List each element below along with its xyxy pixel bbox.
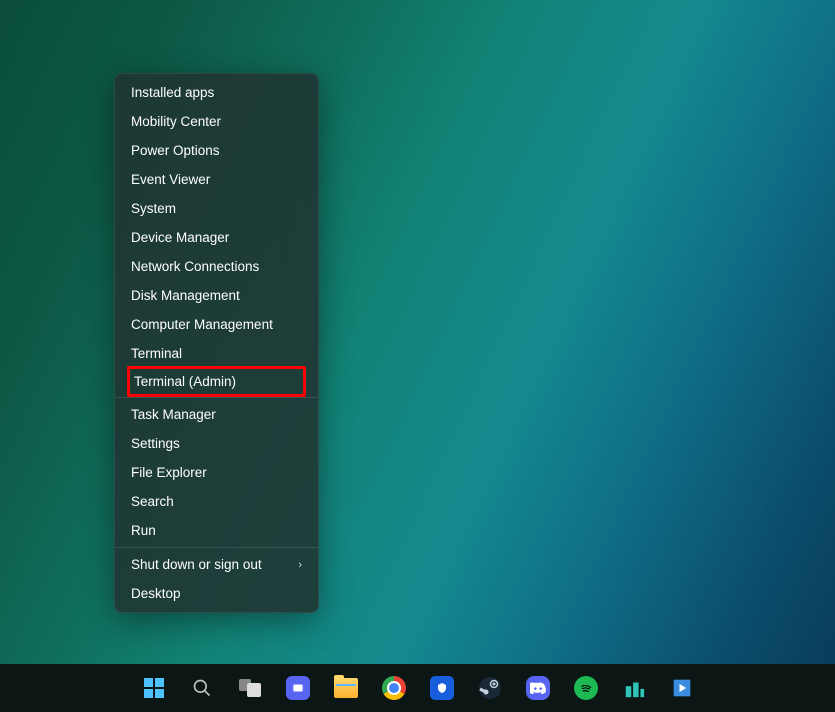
menu-item-label: Terminal: [131, 346, 182, 361]
chat-icon: [286, 676, 310, 700]
spotify-icon: [574, 676, 598, 700]
chat-button[interactable]: [278, 668, 318, 708]
menu-item-settings[interactable]: Settings: [115, 429, 318, 458]
menu-item-file-explorer[interactable]: File Explorer: [115, 458, 318, 487]
menu-item-label: System: [131, 201, 176, 216]
shield-icon: [430, 676, 454, 700]
media-icon: [670, 676, 694, 700]
folder-icon: [334, 678, 358, 698]
menu-item-network-connections[interactable]: Network Connections: [115, 252, 318, 281]
menu-item-label: Settings: [131, 436, 180, 451]
menu-item-label: Task Manager: [131, 407, 216, 422]
menu-item-terminal[interactable]: Terminal: [115, 339, 318, 368]
menu-item-terminal-admin[interactable]: Terminal (Admin): [127, 366, 306, 397]
steam-button[interactable]: [470, 668, 510, 708]
menu-item-device-manager[interactable]: Device Manager: [115, 223, 318, 252]
chevron-right-icon: ›: [298, 559, 302, 571]
menu-item-label: Disk Management: [131, 288, 240, 303]
menu-item-label: File Explorer: [131, 465, 207, 480]
menu-item-label: Event Viewer: [131, 172, 210, 187]
chrome-button[interactable]: [374, 668, 414, 708]
menu-item-desktop[interactable]: Desktop: [115, 579, 318, 608]
windows-logo-icon: [144, 678, 164, 698]
menu-item-computer-management[interactable]: Computer Management: [115, 310, 318, 339]
taskbar: [0, 664, 835, 712]
menu-item-search[interactable]: Search: [115, 487, 318, 516]
menu-item-label: Network Connections: [131, 259, 259, 274]
winx-context-menu: Installed apps Mobility Center Power Opt…: [114, 73, 319, 613]
menu-item-run[interactable]: Run: [115, 516, 318, 545]
menu-item-label: Power Options: [131, 143, 220, 158]
menu-item-label: Run: [131, 523, 156, 538]
menu-item-label: Mobility Center: [131, 114, 221, 129]
menu-item-disk-management[interactable]: Disk Management: [115, 281, 318, 310]
menu-separator: [115, 397, 318, 398]
file-explorer-button[interactable]: [326, 668, 366, 708]
app-button-1[interactable]: [614, 668, 654, 708]
menu-item-system[interactable]: System: [115, 194, 318, 223]
menu-item-label: Device Manager: [131, 230, 229, 245]
task-view-button[interactable]: [230, 668, 270, 708]
search-button[interactable]: [182, 668, 222, 708]
menu-item-shutdown[interactable]: Shut down or sign out ›: [115, 550, 318, 579]
steam-icon: [478, 676, 502, 700]
menu-item-mobility-center[interactable]: Mobility Center: [115, 107, 318, 136]
spotify-button[interactable]: [566, 668, 606, 708]
discord-button[interactable]: [518, 668, 558, 708]
menu-item-task-manager[interactable]: Task Manager: [115, 400, 318, 429]
menu-item-label: Search: [131, 494, 174, 509]
menu-item-label: Computer Management: [131, 317, 273, 332]
search-icon: [192, 678, 212, 698]
menu-item-label: Desktop: [131, 586, 181, 601]
bitwarden-button[interactable]: [422, 668, 462, 708]
menu-item-power-options[interactable]: Power Options: [115, 136, 318, 165]
chrome-icon: [382, 676, 406, 700]
menu-item-label: Installed apps: [131, 85, 214, 100]
discord-icon: [526, 676, 550, 700]
menu-item-event-viewer[interactable]: Event Viewer: [115, 165, 318, 194]
task-view-icon: [239, 679, 261, 697]
app-button-2[interactable]: [662, 668, 702, 708]
buildings-icon: [622, 676, 646, 700]
start-button[interactable]: [134, 668, 174, 708]
menu-separator: [115, 547, 318, 548]
menu-item-installed-apps[interactable]: Installed apps: [115, 78, 318, 107]
menu-item-label: Shut down or sign out: [131, 557, 262, 572]
menu-item-label: Terminal (Admin): [134, 374, 236, 389]
